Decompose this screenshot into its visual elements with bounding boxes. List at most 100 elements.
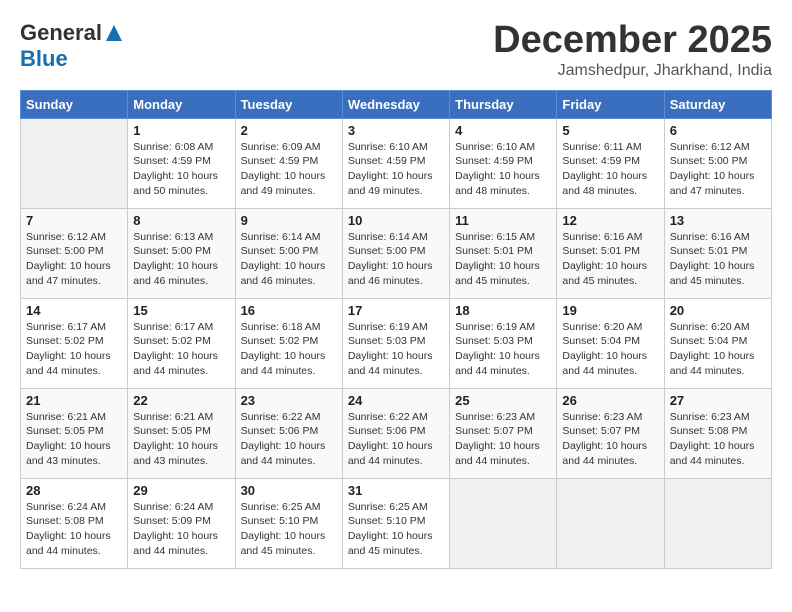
day-number: 2: [241, 123, 337, 138]
day-info: Sunrise: 6:15 AM Sunset: 5:01 PM Dayligh…: [455, 230, 551, 289]
calendar-cell: 31Sunrise: 6:25 AM Sunset: 5:10 PM Dayli…: [342, 478, 449, 568]
calendar-header-row: SundayMondayTuesdayWednesdayThursdayFrid…: [21, 90, 772, 118]
calendar-cell: 5Sunrise: 6:11 AM Sunset: 4:59 PM Daylig…: [557, 118, 664, 208]
day-number: 24: [348, 393, 444, 408]
day-number: 25: [455, 393, 551, 408]
day-info: Sunrise: 6:17 AM Sunset: 5:02 PM Dayligh…: [133, 320, 229, 379]
calendar-cell: 29 Sunrise: 6:24 AM Sunset: 5:09 PM Dayli…: [128, 478, 235, 568]
logo-icon: [104, 23, 124, 43]
day-number: 13: [670, 213, 766, 228]
day-number: 27: [670, 393, 766, 408]
calendar-cell: 16 Sunrise: 6:18 AM Sunset: 5:02 PM Dayli…: [235, 298, 342, 388]
calendar-cell: 4 Sunrise: 6:10 AM Sunset: 4:59 PM Daylig…: [450, 118, 557, 208]
day-number: 21: [26, 393, 122, 408]
day-info: Sunrise: 6:23 AM Sunset: 5:08 PM Dayligh…: [670, 410, 766, 469]
day-number: 1: [133, 123, 229, 138]
day-number: 22: [133, 393, 229, 408]
day-info: Sunrise: 6:20 AM Sunset: 5:04 PM Dayligh…: [670, 320, 766, 379]
logo: General Blue: [20, 20, 124, 72]
day-info: Sunrise: 6:17 AM Sunset: 5:02 PM Dayligh…: [26, 320, 122, 379]
day-number: 26: [562, 393, 658, 408]
calendar-cell: 9 Sunrise: 6:14 AM Sunset: 5:00 PM Daylig…: [235, 208, 342, 298]
day-info: Sunrise: 6:25 AM Sunset: 5:10 PM Dayligh…: [241, 500, 337, 559]
day-number: 16: [241, 303, 337, 318]
calendar-header-cell: Sunday: [21, 90, 128, 118]
day-info: Sunrise: 6:23 AM Sunset: 5:07 PM Dayligh…: [455, 410, 551, 469]
calendar-cell: 8Sunrise: 6:13 AM Sunset: 5:00 PM Daylig…: [128, 208, 235, 298]
day-info: Sunrise: 6:14 AM Sunset: 5:00 PM Dayligh…: [348, 230, 444, 289]
calendar-week-row: 7Sunrise: 6:12 AM Sunset: 5:00 PM Daylig…: [21, 208, 772, 298]
day-info: Sunrise: 6:16 AM Sunset: 5:01 PM Dayligh…: [670, 230, 766, 289]
calendar-cell: 19Sunrise: 6:20 AM Sunset: 5:04 PM Dayli…: [557, 298, 664, 388]
day-info: Sunrise: 6:16 AM Sunset: 5:01 PM Dayligh…: [562, 230, 658, 289]
day-number: 12: [562, 213, 658, 228]
day-info: Sunrise: 6:25 AM Sunset: 5:10 PM Dayligh…: [348, 500, 444, 559]
calendar-cell: 22Sunrise: 6:21 AM Sunset: 5:05 PM Dayli…: [128, 388, 235, 478]
calendar-table: SundayMondayTuesdayWednesdayThursdayFrid…: [20, 90, 772, 569]
calendar-cell: 6Sunrise: 6:12 AM Sunset: 5:00 PM Daylig…: [664, 118, 771, 208]
calendar-cell: [557, 478, 664, 568]
calendar-cell: 21 Sunrise: 6:21 AM Sunset: 5:05 PM Dayli…: [21, 388, 128, 478]
day-number: 29: [133, 483, 229, 498]
calendar-cell: 17 Sunrise: 6:19 AM Sunset: 5:03 PM Dayli…: [342, 298, 449, 388]
day-info: Sunrise: 6:10 AM Sunset: 4:59 PM Dayligh…: [455, 140, 551, 199]
calendar-cell: 10 Sunrise: 6:14 AM Sunset: 5:00 PM Dayli…: [342, 208, 449, 298]
day-number: 11: [455, 213, 551, 228]
calendar-header-cell: Monday: [128, 90, 235, 118]
calendar-cell: [21, 118, 128, 208]
day-info: Sunrise: 6:18 AM Sunset: 5:02 PM Dayligh…: [241, 320, 337, 379]
calendar-cell: 15 Sunrise: 6:17 AM Sunset: 5:02 PM Dayli…: [128, 298, 235, 388]
day-info: Sunrise: 6:09 AM Sunset: 4:59 PM Dayligh…: [241, 140, 337, 199]
calendar-cell: 26 Sunrise: 6:23 AM Sunset: 5:07 PM Dayli…: [557, 388, 664, 478]
calendar-body: 1 Sunrise: 6:08 AM Sunset: 4:59 PM Daylig…: [21, 118, 772, 568]
day-number: 18: [455, 303, 551, 318]
calendar-cell: 12 Sunrise: 6:16 AM Sunset: 5:01 PM Dayli…: [557, 208, 664, 298]
calendar-cell: 1 Sunrise: 6:08 AM Sunset: 4:59 PM Daylig…: [128, 118, 235, 208]
day-info: Sunrise: 6:14 AM Sunset: 5:00 PM Dayligh…: [241, 230, 337, 289]
day-number: 28: [26, 483, 122, 498]
calendar-cell: 25 Sunrise: 6:23 AM Sunset: 5:07 PM Dayli…: [450, 388, 557, 478]
day-info: Sunrise: 6:08 AM Sunset: 4:59 PM Dayligh…: [133, 140, 229, 199]
day-number: 23: [241, 393, 337, 408]
calendar-header-cell: Tuesday: [235, 90, 342, 118]
logo-blue: Blue: [20, 46, 68, 72]
calendar-header-cell: Wednesday: [342, 90, 449, 118]
day-number: 17: [348, 303, 444, 318]
day-info: Sunrise: 6:24 AM Sunset: 5:08 PM Dayligh…: [26, 500, 122, 559]
day-number: 7: [26, 213, 122, 228]
day-number: 6: [670, 123, 766, 138]
day-number: 10: [348, 213, 444, 228]
day-info: Sunrise: 6:11 AM Sunset: 4:59 PM Dayligh…: [562, 140, 658, 199]
day-info: Sunrise: 6:24 AM Sunset: 5:09 PM Dayligh…: [133, 500, 229, 559]
day-info: Sunrise: 6:19 AM Sunset: 5:03 PM Dayligh…: [455, 320, 551, 379]
day-info: Sunrise: 6:13 AM Sunset: 5:00 PM Dayligh…: [133, 230, 229, 289]
calendar-week-row: 14 Sunrise: 6:17 AM Sunset: 5:02 PM Dayli…: [21, 298, 772, 388]
calendar-cell: 30 Sunrise: 6:25 AM Sunset: 5:10 PM Dayli…: [235, 478, 342, 568]
calendar-header-cell: Saturday: [664, 90, 771, 118]
calendar-week-row: 1 Sunrise: 6:08 AM Sunset: 4:59 PM Daylig…: [21, 118, 772, 208]
calendar-cell: 3Sunrise: 6:10 AM Sunset: 4:59 PM Daylig…: [342, 118, 449, 208]
calendar-cell: 23 Sunrise: 6:22 AM Sunset: 5:06 PM Dayli…: [235, 388, 342, 478]
day-info: Sunrise: 6:23 AM Sunset: 5:07 PM Dayligh…: [562, 410, 658, 469]
calendar-cell: 2 Sunrise: 6:09 AM Sunset: 4:59 PM Daylig…: [235, 118, 342, 208]
day-info: Sunrise: 6:10 AM Sunset: 4:59 PM Dayligh…: [348, 140, 444, 199]
day-number: 4: [455, 123, 551, 138]
calendar-cell: 11 Sunrise: 6:15 AM Sunset: 5:01 PM Dayli…: [450, 208, 557, 298]
calendar-cell: 7Sunrise: 6:12 AM Sunset: 5:00 PM Daylig…: [21, 208, 128, 298]
calendar-week-row: 28 Sunrise: 6:24 AM Sunset: 5:08 PM Dayli…: [21, 478, 772, 568]
day-info: Sunrise: 6:21 AM Sunset: 5:05 PM Dayligh…: [26, 410, 122, 469]
day-number: 14: [26, 303, 122, 318]
title-block: December 2025 Jamshedpur, Jharkhand, Ind…: [493, 20, 772, 80]
day-number: 30: [241, 483, 337, 498]
logo-general: General: [20, 20, 102, 46]
day-info: Sunrise: 6:19 AM Sunset: 5:03 PM Dayligh…: [348, 320, 444, 379]
day-number: 15: [133, 303, 229, 318]
page-header: General Blue December 2025 Jamshedpur, J…: [20, 20, 772, 80]
day-number: 9: [241, 213, 337, 228]
calendar-cell: 20Sunrise: 6:20 AM Sunset: 5:04 PM Dayli…: [664, 298, 771, 388]
day-number: 19: [562, 303, 658, 318]
month-title: December 2025: [493, 20, 772, 62]
day-info: Sunrise: 6:22 AM Sunset: 5:06 PM Dayligh…: [241, 410, 337, 469]
calendar-cell: [450, 478, 557, 568]
calendar-week-row: 21 Sunrise: 6:21 AM Sunset: 5:05 PM Dayli…: [21, 388, 772, 478]
